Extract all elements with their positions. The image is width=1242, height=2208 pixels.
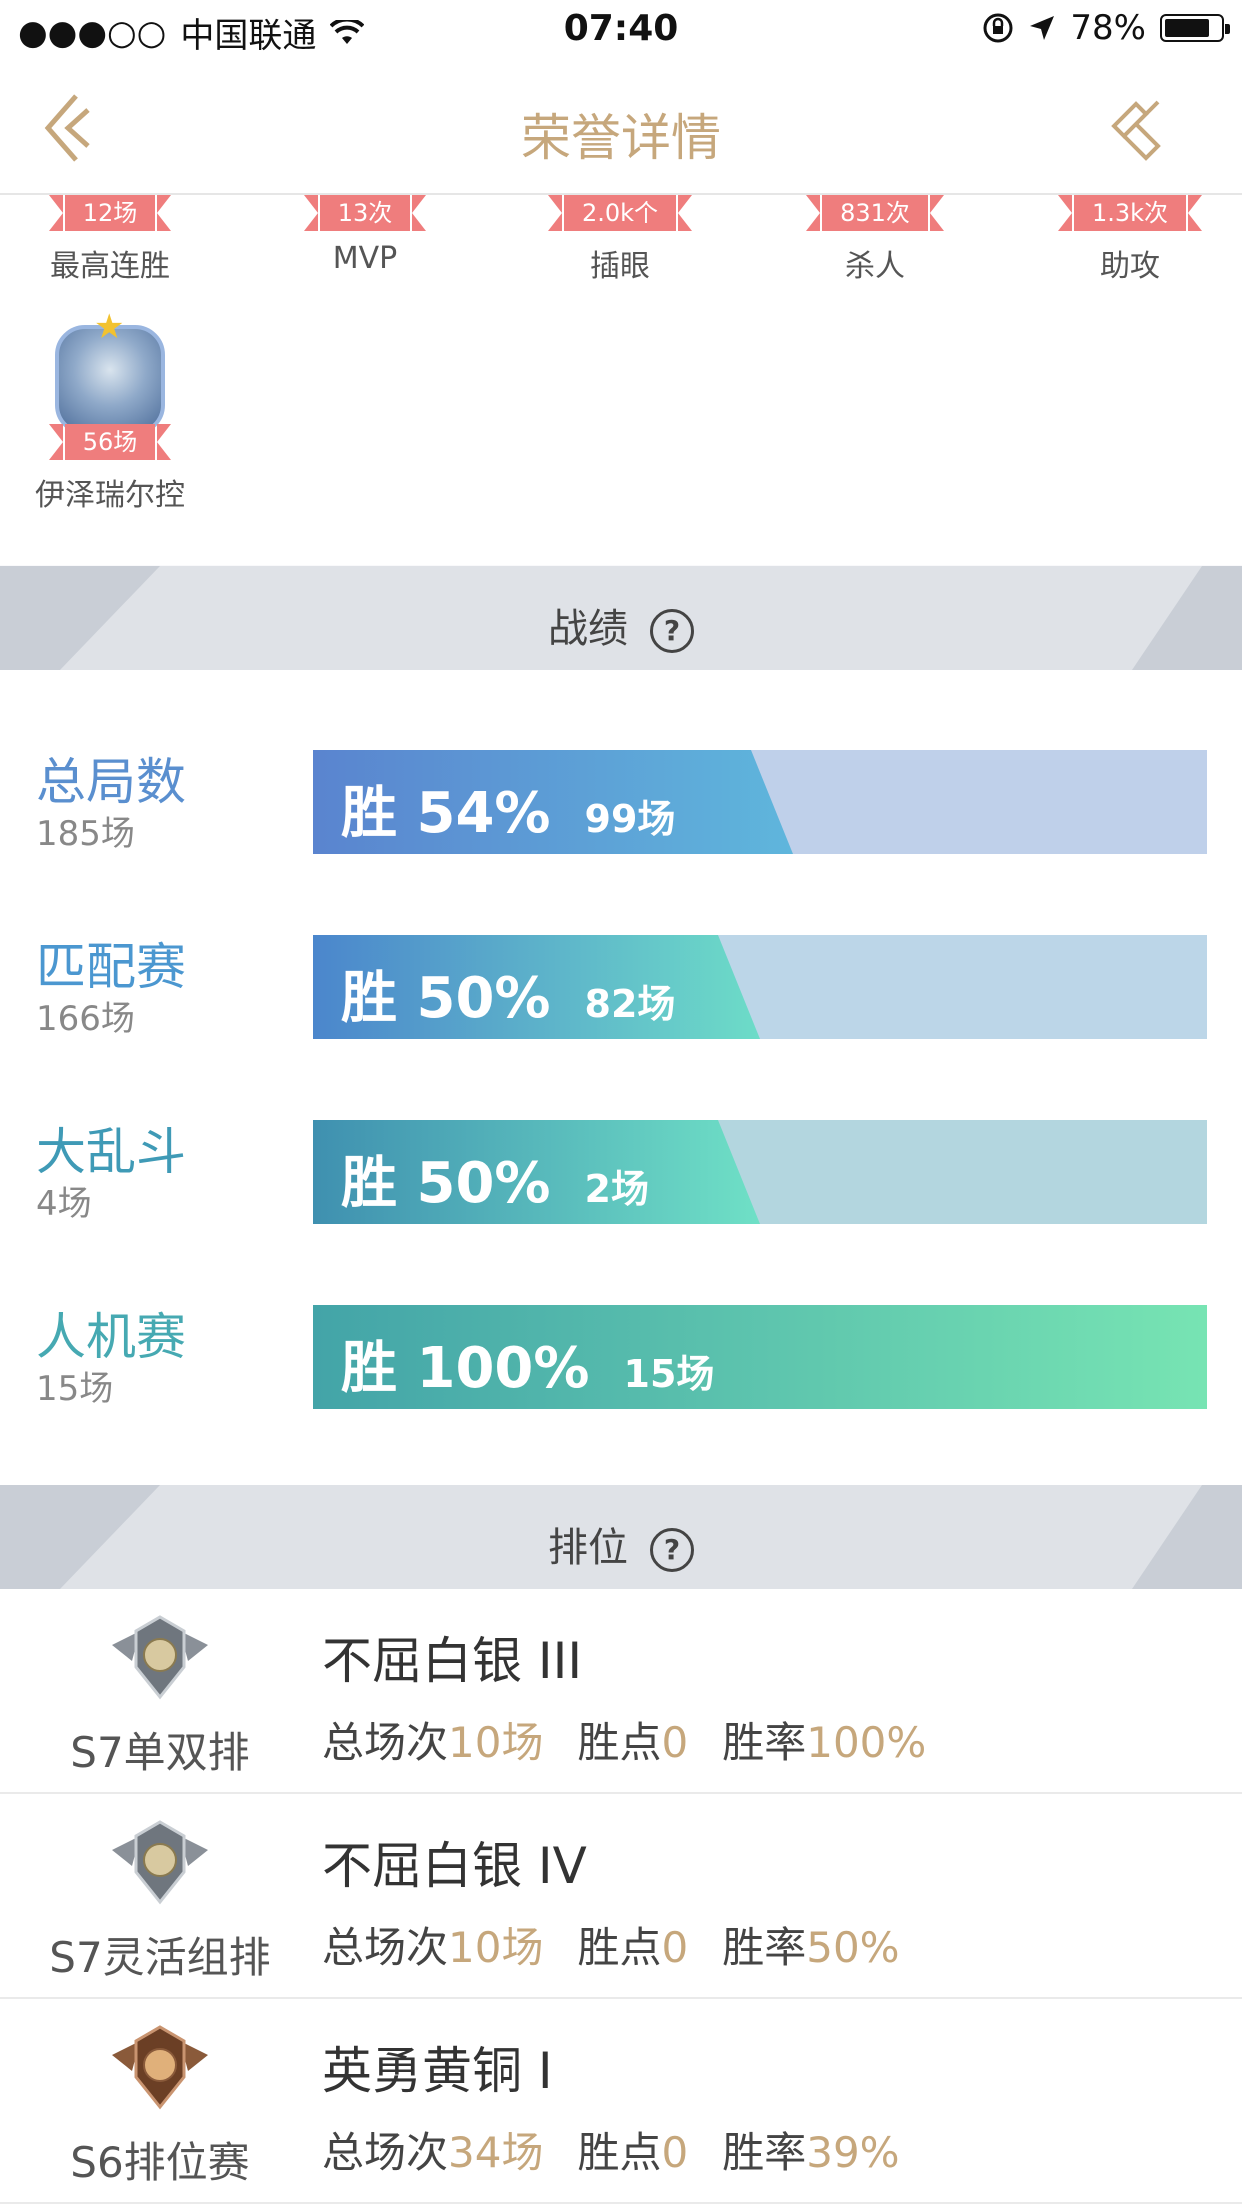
star-icon: ★ [94, 307, 125, 347]
honor-item-hero[interactable]: ★ 56场 伊泽瑞尔控 [0, 307, 220, 514]
honor-value: 831次 [806, 195, 944, 231]
honor-stats: 12场 最高连胜 13次 MVP 2.0k个 插眼 831次 杀人 1.3k次 … [0, 195, 1242, 565]
record-row[interactable]: 总局数 185场 胜 54% 99场 [0, 742, 1242, 854]
record-list: 总局数 185场 胜 54% 99场 匹配赛 166场 胜 50% 82场 大乱… [0, 670, 1242, 1485]
win-rate-text: 胜 100% [341, 1336, 590, 1401]
hero-value: 56场 [48, 424, 171, 460]
help-icon[interactable]: ? [650, 609, 694, 653]
win-rate-text: 胜 50% [341, 1151, 551, 1216]
points-value: 0 [661, 1923, 689, 1972]
record-row[interactable]: 大乱斗 4场 胜 50% 2场 [0, 1112, 1242, 1224]
nav-bar: 荣誉详情 [0, 60, 1242, 195]
honor-label: 杀人 [845, 249, 905, 284]
win-games-text: 82场 [584, 982, 676, 1026]
record-mode-name: 人机赛 [36, 1308, 186, 1366]
honor-item-mvp[interactable]: 13次 MVP [255, 195, 475, 276]
status-bar: ●●●○○ 中国联通 07:40 78% [0, 0, 1242, 60]
total-value: 10场 [448, 1923, 544, 1972]
rank-season-label: S6排位赛 [70, 2138, 250, 2187]
rank-row[interactable]: S7灵活组排 不屈白银 IV 总场次10场 胜点0 胜率50% [0, 1794, 1242, 1999]
honor-item-wards[interactable]: 2.0k个 插眼 [510, 195, 730, 285]
win-rate-text: 胜 50% [341, 966, 551, 1031]
honor-label: 插眼 [590, 249, 650, 284]
total-label: 总场次 [322, 1923, 449, 1972]
honor-item-kills[interactable]: 831次 杀人 [765, 195, 985, 285]
win-rate-bar: 胜 50% 2场 [313, 1120, 1207, 1224]
record-section-header: 战绩? [0, 566, 1242, 670]
record-mode-name: 匹配赛 [36, 938, 186, 996]
rank-row[interactable]: S6排位赛 英勇黄铜 I 总场次34场 胜点0 胜率39% [0, 1999, 1242, 2204]
honor-value: 1.3k次 [1057, 195, 1203, 231]
record-total-count: 4场 [36, 1184, 92, 1224]
page-title: 荣誉详情 [521, 109, 721, 167]
win-rate-bar: 胜 54% 99场 [313, 750, 1207, 854]
points-label: 胜点 [577, 1923, 662, 1972]
rate-label: 胜率 [722, 1923, 807, 1972]
honor-value: 13次 [303, 195, 426, 231]
silver-rank-badge-icon [112, 1820, 208, 1905]
rate-label: 胜率 [722, 2128, 807, 2177]
rank-title: 英勇黄铜 I [322, 2042, 553, 2100]
total-label: 总场次 [322, 1718, 449, 1767]
bronze-rank-badge-icon [112, 2025, 208, 2110]
record-mode-name: 大乱斗 [36, 1123, 186, 1181]
honor-value: 2.0k个 [547, 195, 693, 231]
record-row[interactable]: 人机赛 15场 胜 100% 15场 [0, 1297, 1242, 1409]
share-icon[interactable] [1102, 92, 1172, 162]
rate-value: 39% [806, 2128, 900, 2177]
win-rate-bar: 胜 50% 82场 [313, 935, 1207, 1039]
rate-label: 胜率 [722, 1718, 807, 1767]
rank-section-header: 排位? [0, 1485, 1242, 1589]
total-value: 34场 [448, 2128, 544, 2177]
record-row[interactable]: 匹配赛 166场 胜 50% 82场 [0, 927, 1242, 1039]
rank-section-title: 排位 [548, 1525, 628, 1571]
total-value: 10场 [448, 1718, 544, 1767]
honor-value: 12场 [48, 195, 171, 231]
rank-title: 不屈白银 III [322, 1632, 583, 1690]
record-total-count: 166场 [36, 999, 135, 1039]
battery-percent: 78% [1070, 8, 1146, 48]
points-label: 胜点 [577, 2128, 662, 2177]
points-label: 胜点 [577, 1718, 662, 1767]
win-rate-bar: 胜 100% 15场 [313, 1305, 1207, 1409]
record-mode-name: 总局数 [36, 753, 186, 811]
honor-item-assists[interactable]: 1.3k次 助攻 [1020, 195, 1240, 285]
orientation-lock-icon [983, 13, 1013, 43]
win-rate-text: 胜 54% [341, 781, 551, 846]
honor-label: MVP [332, 241, 398, 276]
honor-label: 助攻 [1100, 249, 1160, 284]
honor-item-win-streak[interactable]: 12场 最高连胜 [0, 195, 220, 285]
win-games-text: 2场 [584, 1167, 649, 1211]
rank-season-label: S7单双排 [70, 1728, 250, 1777]
rank-title: 不屈白银 IV [322, 1837, 587, 1895]
hero-label: 伊泽瑞尔控 [35, 478, 185, 513]
hero-avatar: ★ [55, 307, 165, 435]
record-total-count: 185场 [36, 814, 135, 854]
location-arrow-icon [1030, 16, 1055, 40]
total-label: 总场次 [322, 2128, 449, 2177]
points-value: 0 [661, 2128, 689, 2177]
rate-value: 50% [806, 1923, 900, 1972]
silver-rank-badge-icon [112, 1615, 208, 1700]
help-icon[interactable]: ? [650, 1528, 694, 1572]
record-section-title: 战绩 [548, 606, 628, 652]
win-games-text: 15场 [623, 1352, 715, 1396]
points-value: 0 [661, 1718, 689, 1767]
rank-list: S7单双排 不屈白银 III 总场次10场 胜点0 胜率100% S7灵活组排 … [0, 1589, 1242, 2208]
battery-icon [1160, 14, 1230, 42]
rank-season-label: S7灵活组排 [49, 1933, 271, 1982]
rate-value: 100% [806, 1718, 927, 1767]
rank-row[interactable]: S7单双排 不屈白银 III 总场次10场 胜点0 胜率100% [0, 1589, 1242, 1794]
win-games-text: 99场 [584, 797, 676, 841]
honor-label: 最高连胜 [50, 249, 170, 284]
record-total-count: 15场 [36, 1369, 114, 1409]
